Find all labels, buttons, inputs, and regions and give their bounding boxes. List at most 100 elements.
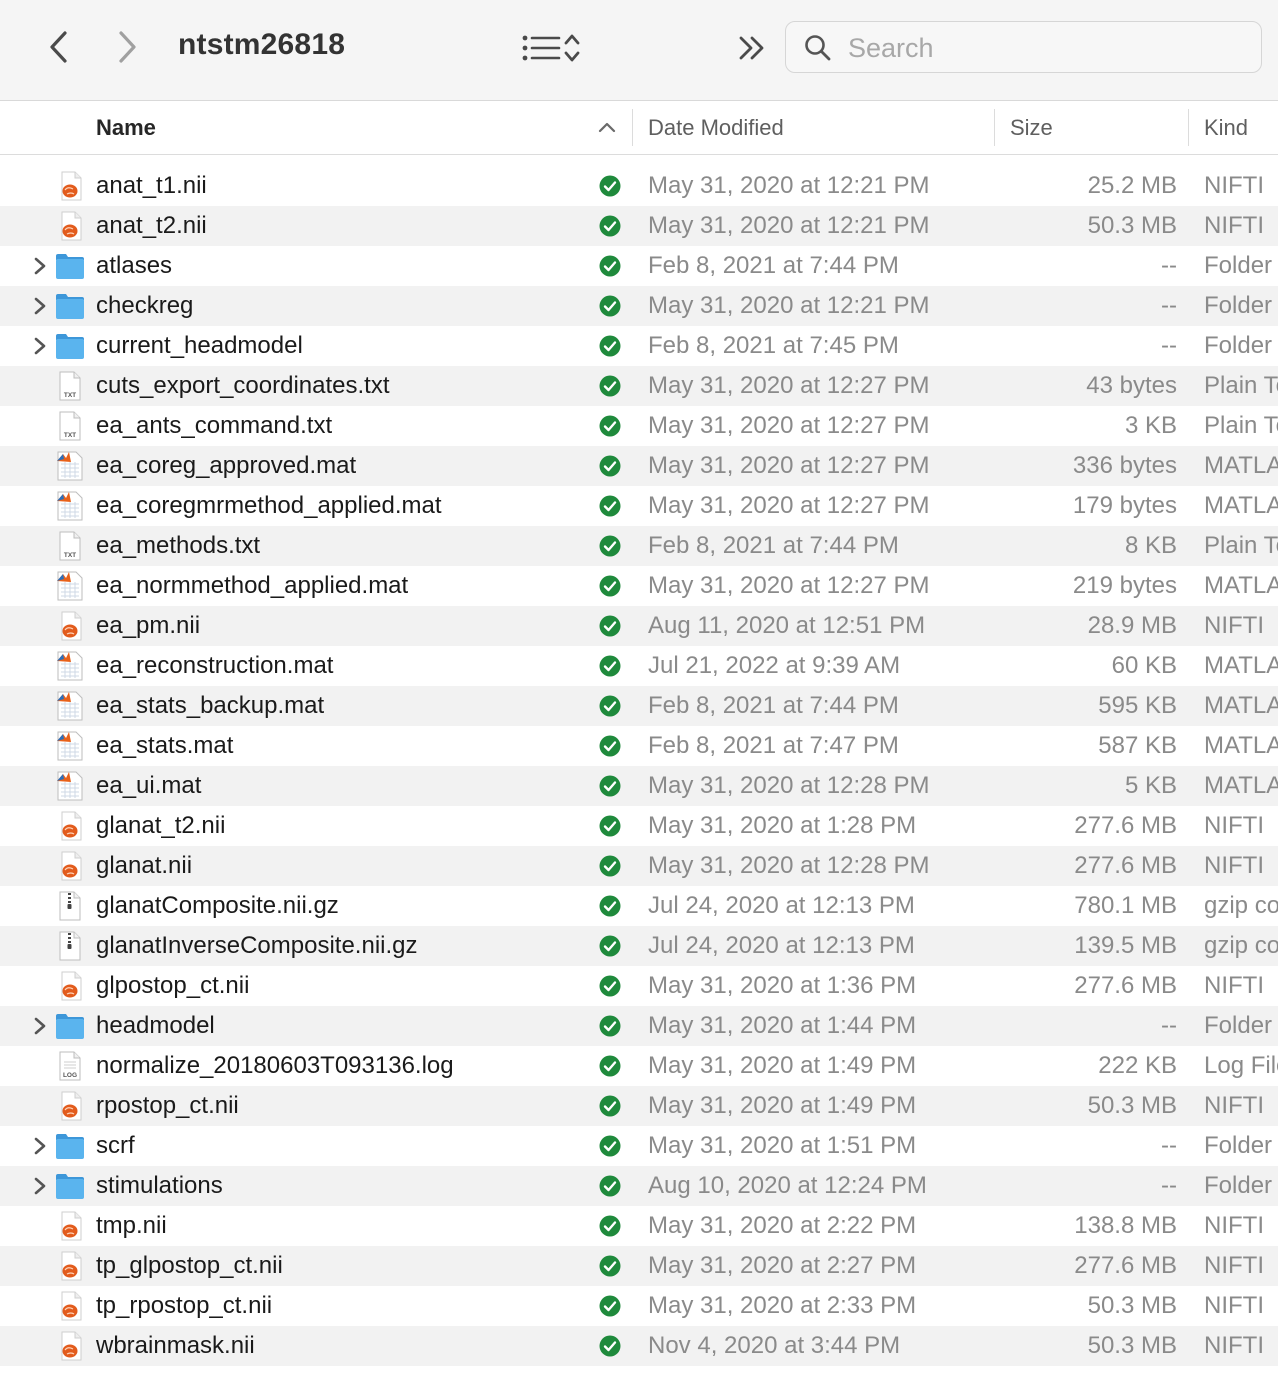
file-size: 28.9 MB (1087, 612, 1177, 639)
file-row[interactable]: ea_ui.mat May 31, 2020 at 12:28 PM 5 KB MAT… (0, 766, 1278, 806)
file-date-modified: May 31, 2020 at 12:27 PM (648, 492, 930, 519)
folder-row[interactable]: checkreg May 31, 2020 at 12:21 PM -- Folder (0, 286, 1278, 326)
sync-status-icon (599, 975, 621, 997)
file-name: tmp.nii (96, 1212, 167, 1239)
sync-status-icon (599, 1215, 621, 1237)
file-date-modified: May 31, 2020 at 12:21 PM (648, 212, 930, 239)
file-kind: Log File (1204, 1052, 1278, 1079)
sort-ascending-icon[interactable] (598, 120, 616, 134)
file-date-modified: May 31, 2020 at 12:28 PM (648, 772, 930, 799)
file-kind: Folder (1204, 292, 1273, 319)
column-name-header[interactable]: Name (96, 101, 156, 154)
file-name: stimulations (96, 1172, 223, 1199)
file-row[interactable]: glanatComposite.nii.gz Jul 24, 2020 at 12… (0, 886, 1278, 926)
file-date-modified: Aug 10, 2020 at 12:24 PM (648, 1172, 927, 1199)
file-date-modified: May 31, 2020 at 12:28 PM (648, 852, 930, 879)
view-options-button[interactable] (514, 30, 590, 66)
forward-button[interactable] (108, 26, 148, 68)
disclosure-triangle-icon[interactable] (30, 295, 50, 317)
folder-icon (54, 290, 86, 322)
file-size: -- (1161, 332, 1177, 359)
file-row[interactable]: TXT cuts_export_coordinates.txt May 31, 20… (0, 366, 1278, 406)
column-date-header[interactable]: Date Modified (648, 101, 784, 154)
file-kind: Folder (1204, 1172, 1273, 1199)
file-row[interactable]: ea_reconstruction.mat Jul 21, 2022 at 9:3… (0, 646, 1278, 686)
disclosure-triangle-icon[interactable] (30, 1015, 50, 1037)
disclosure-triangle-icon[interactable] (30, 335, 50, 357)
folder-row[interactable]: atlases Feb 8, 2021 at 7:44 PM -- Folder (0, 246, 1278, 286)
file-date-modified: Jul 24, 2020 at 12:13 PM (648, 892, 915, 919)
file-row[interactable]: tp_glpostop_ct.nii May 31, 2020 at 2:27 P… (0, 1246, 1278, 1286)
file-name: ea_reconstruction.mat (96, 652, 334, 679)
file-row[interactable]: ea_coreg_approved.mat May 31, 2020 at 12:… (0, 446, 1278, 486)
column-kind-header[interactable]: Kind (1204, 101, 1248, 154)
file-row[interactable]: LOG normalize_20180603T093136.log May 31, … (0, 1046, 1278, 1086)
nifti-icon (54, 1210, 86, 1242)
sync-status-icon (599, 935, 621, 957)
toolbar-overflow-button[interactable] (732, 30, 772, 66)
disclosure-triangle-icon[interactable] (30, 1175, 50, 1197)
nifti-icon (54, 970, 86, 1002)
file-row[interactable]: glanat.nii May 31, 2020 at 12:28 PM 277.6 … (0, 846, 1278, 886)
sync-status-icon (599, 335, 621, 357)
toolbar: ntstm26818 (0, 0, 1278, 101)
file-row[interactable]: tp_rpostop_ct.nii May 31, 2020 at 2:33 PM… (0, 1286, 1278, 1326)
file-name: ea_stats_backup.mat (96, 692, 325, 719)
file-kind: NIFTI (1204, 1252, 1264, 1279)
file-row[interactable]: TXT ea_ants_command.txt May 31, 2020 at 12… (0, 406, 1278, 446)
file-name: ea_ui.mat (96, 772, 202, 799)
file-kind: NIFTI (1204, 812, 1264, 839)
double-chevron-icon (739, 36, 764, 60)
sync-status-icon (599, 1095, 621, 1117)
file-name: tp_glpostop_ct.nii (96, 1252, 283, 1279)
folder-row[interactable]: stimulations Aug 10, 2020 at 12:24 PM -- Fo… (0, 1166, 1278, 1206)
file-row[interactable]: wbrainmask.nii Nov 4, 2020 at 3:44 PM 50.3… (0, 1326, 1278, 1366)
column-divider[interactable] (994, 109, 995, 146)
sync-status-icon (599, 1055, 621, 1077)
sync-status-icon (599, 1295, 621, 1317)
file-kind: NIFTI (1204, 612, 1264, 639)
file-row[interactable]: anat_t2.nii May 31, 2020 at 12:21 PM 50.3 … (0, 206, 1278, 246)
file-row[interactable]: ea_stats_backup.mat Feb 8, 2021 at 7:44 P… (0, 686, 1278, 726)
file-row[interactable]: glanat_t2.nii May 31, 2020 at 1:28 PM 277.… (0, 806, 1278, 846)
file-row[interactable]: ea_normmethod_applied.mat May 31, 2020 at… (0, 566, 1278, 606)
column-size-header[interactable]: Size (1010, 101, 1053, 154)
back-button[interactable] (38, 26, 78, 68)
file-date-modified: May 31, 2020 at 12:27 PM (648, 572, 930, 599)
disclosure-triangle-icon[interactable] (30, 1135, 50, 1157)
search-field[interactable] (785, 21, 1262, 73)
column-divider[interactable] (632, 109, 633, 146)
file-size: 277.6 MB (1074, 852, 1177, 879)
file-name: glanatInverseComposite.nii.gz (96, 932, 418, 959)
folder-row[interactable]: headmodel May 31, 2020 at 1:44 PM -- Folder (0, 1006, 1278, 1046)
folder-row[interactable]: scrf May 31, 2020 at 1:51 PM -- Folder (0, 1126, 1278, 1166)
sync-status-icon (599, 1175, 621, 1197)
file-row[interactable]: tmp.nii May 31, 2020 at 2:22 PM 138.8 MB NI… (0, 1206, 1278, 1246)
disclosure-triangle-icon[interactable] (30, 255, 50, 277)
folder-row[interactable]: current_headmodel Feb 8, 2021 at 7:45 PM -… (0, 326, 1278, 366)
file-kind: gzip compressed (1204, 892, 1278, 919)
file-kind: Folder (1204, 1012, 1273, 1039)
search-icon (805, 35, 831, 61)
file-name: wbrainmask.nii (96, 1332, 255, 1359)
column-divider[interactable] (1188, 109, 1189, 146)
svg-text:TXT: TXT (64, 392, 76, 399)
file-row[interactable]: anat_t1.nii May 31, 2020 at 12:21 PM 25.2 … (0, 166, 1278, 206)
file-row[interactable]: ea_stats.mat Feb 8, 2021 at 7:47 PM 587 KB… (0, 726, 1278, 766)
file-kind: Folder (1204, 1132, 1273, 1159)
file-size: 50.3 MB (1087, 1092, 1177, 1119)
file-date-modified: Nov 4, 2020 at 3:44 PM (648, 1332, 901, 1359)
file-row[interactable]: glpostop_ct.nii May 31, 2020 at 1:36 PM 27… (0, 966, 1278, 1006)
file-row[interactable]: ea_pm.nii Aug 11, 2020 at 12:51 PM 28.9 MB… (0, 606, 1278, 646)
file-row[interactable]: glanatInverseComposite.nii.gz Jul 24, 202… (0, 926, 1278, 966)
file-size: 50.3 MB (1087, 1332, 1177, 1359)
file-row[interactable]: ea_coregmrmethod_applied.mat May 31, 2020… (0, 486, 1278, 526)
sync-status-icon (599, 1015, 621, 1037)
file-row[interactable]: rpostop_ct.nii May 31, 2020 at 1:49 PM 50.… (0, 1086, 1278, 1126)
file-row[interactable]: TXT ea_methods.txt Feb 8, 2021 at 7:44 PM 8… (0, 526, 1278, 566)
sync-status-icon (599, 1135, 621, 1157)
sync-status-icon (599, 295, 621, 317)
search-input[interactable] (846, 30, 1250, 66)
file-kind: MATLAB (1204, 572, 1278, 599)
gzip-icon (54, 890, 86, 922)
